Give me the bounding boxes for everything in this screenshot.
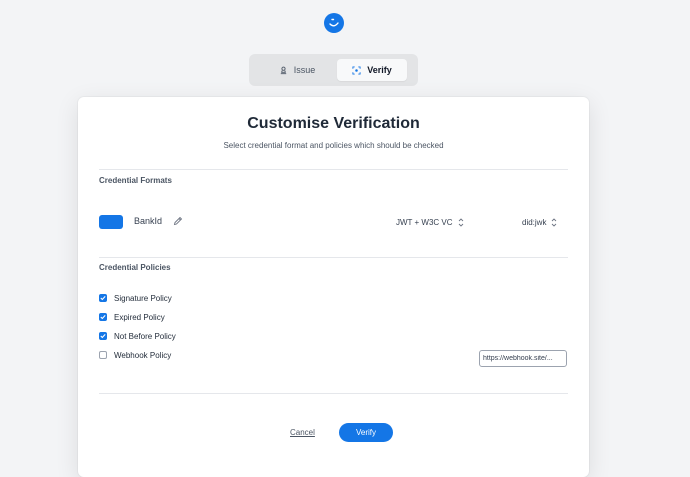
divider	[99, 393, 568, 394]
webhook-url-input[interactable]	[479, 350, 567, 367]
credential-format-select[interactable]: JWT + W3C VC	[396, 215, 464, 229]
credential-policies-label: Credential Policies	[99, 263, 171, 272]
policy-signature[interactable]: Signature Policy	[99, 292, 172, 304]
tab-verify-label: Verify	[367, 65, 392, 75]
signature-policy-label: Signature Policy	[114, 293, 172, 303]
webhook-policy-label: Webhook Policy	[114, 350, 172, 360]
page-title: Customise Verification	[247, 115, 420, 132]
checkmark-icon	[100, 334, 106, 339]
stamp-icon	[280, 66, 286, 74]
logo-mark-icon	[329, 18, 339, 27]
credential-name: BankId	[134, 216, 163, 226]
mode-switcher: Issue Verify	[249, 54, 418, 86]
not-before-policy-checkbox[interactable]	[99, 332, 107, 340]
verify-button[interactable]: Verify	[339, 423, 393, 442]
tab-verify[interactable]: Verify	[337, 59, 407, 81]
policy-webhook[interactable]: Webhook Policy	[99, 349, 171, 361]
credential-formats-label: Credential Formats	[99, 176, 172, 185]
tab-issue[interactable]: Issue	[257, 59, 337, 81]
app-logo	[324, 13, 344, 33]
expired-policy-label: Expired Policy	[114, 312, 165, 322]
checkmark-icon	[100, 296, 106, 301]
expired-policy-checkbox[interactable]	[99, 313, 107, 321]
checkmark-icon	[100, 315, 106, 320]
did-method-select[interactable]: did:jwk	[522, 215, 557, 229]
chevron-up-down-icon	[552, 217, 557, 227]
policy-not-before[interactable]: Not Before Policy	[99, 330, 176, 342]
signature-policy-checkbox[interactable]	[99, 294, 107, 302]
scan-icon	[352, 65, 361, 75]
credential-format-value: JWT + W3C VC	[396, 217, 453, 227]
policy-expired[interactable]: Expired Policy	[99, 311, 165, 323]
divider	[99, 169, 568, 170]
credential-color-swatch	[99, 215, 123, 229]
edit-pencil-icon[interactable]	[173, 216, 183, 226]
verification-card: Customise Verification Select credential…	[78, 97, 589, 477]
webhook-policy-checkbox[interactable]	[99, 351, 107, 359]
chevron-up-down-icon	[458, 217, 463, 227]
cancel-button[interactable]: Cancel	[290, 428, 315, 437]
divider	[99, 257, 568, 258]
tab-issue-label: Issue	[293, 65, 316, 75]
page-subtitle: Select credential format and policies wh…	[223, 141, 444, 150]
did-method-value: did:jwk	[522, 217, 547, 227]
not-before-policy-label: Not Before Policy	[114, 331, 176, 341]
